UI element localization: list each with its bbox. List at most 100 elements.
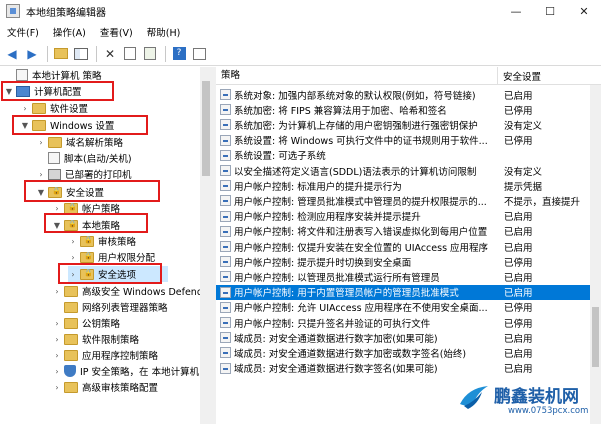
tree-item-root[interactable]: 本地计算机 策略 [4, 67, 102, 83]
policy-row[interactable]: 用户帐户控制: 检测应用程序安装并提示提升 已启用 [216, 209, 590, 224]
help-icon[interactable]: ? [170, 45, 188, 63]
policy-row[interactable]: 用户帐户控制: 允许 UIAccess 应用程序在不使用安全桌面... 已停用 [216, 300, 590, 315]
policy-row[interactable]: 用户帐户控制: 将文件和注册表写入错误虚拟化到每用户位置 已启用 [216, 224, 590, 239]
tree-item-advanced-audit[interactable]: › 高级审核策略配置 [52, 379, 158, 395]
folder-icon [32, 119, 46, 131]
policy-cell: 用户帐户控制: 标准用户的提升提示行为 [216, 179, 498, 193]
tree-item-ip-security[interactable]: › IP 安全策略，在 本地计算机 [52, 363, 199, 379]
policy-row[interactable]: 用户帐户控制: 以管理员批准模式运行所有管理员 已启用 [216, 269, 590, 284]
tree-item-deployed-printers[interactable]: › 已部署的打印机 [36, 166, 132, 182]
column-header-policy[interactable]: 策略 [216, 67, 498, 85]
tree-item-security-settings[interactable]: ▼ 安全设置 [36, 184, 104, 200]
tree-item-app-control[interactable]: › 应用程序控制策略 [52, 347, 158, 363]
expand-icon[interactable]: › [52, 204, 62, 213]
policy-row[interactable]: 用户帐户控制: 提示提升时切换到安全桌面 已停用 [216, 254, 590, 269]
policy-icon [220, 362, 231, 374]
tree-item-audit-policy[interactable]: › 审核策略 [68, 233, 136, 249]
export-list-icon[interactable] [141, 45, 159, 63]
tree-item-windows-settings[interactable]: ▼ Windows 设置 [20, 117, 114, 133]
policy-row[interactable]: 用户帐户控制: 只提升签名并验证的可执行文件 已停用 [216, 315, 590, 330]
security-folder-icon [80, 268, 94, 280]
policy-cell: 用户帐户控制: 用于内置管理员帐户的管理员批准模式 [216, 285, 498, 299]
policy-setting: 已启用 [504, 90, 533, 102]
policy-name: 用户帐户控制: 用于内置管理员帐户的管理员批准模式 [234, 288, 459, 300]
collapse-icon[interactable]: ▼ [20, 121, 30, 130]
expand-icon[interactable]: › [52, 319, 62, 328]
tree-item-computer-config[interactable]: ▼ 计算机配置 [4, 83, 82, 99]
up-folder-icon[interactable] [52, 45, 70, 63]
tree-item-software-settings[interactable]: › 软件设置 [20, 100, 88, 116]
policy-row[interactable]: 域成员: 对安全通道数据进行数字加密(如果可能) 已启用 [216, 330, 590, 345]
tree-item-dns-policy[interactable]: › 域名解析策略 [36, 134, 123, 150]
menu-view[interactable]: 查看(V) [93, 25, 140, 39]
policy-row[interactable]: 系统设置: 将 Windows 可执行文件中的证书规则用于软件... 已停用 [216, 133, 590, 148]
tree-item-label: 高级安全 Windows Defend [82, 287, 203, 298]
tree-item-public-key[interactable]: › 公钥策略 [52, 315, 120, 331]
policy-icon [220, 89, 231, 100]
menu-action[interactable]: 操作(A) [46, 25, 93, 39]
tree-item-scripts[interactable]: 脚本(启动/关机) [36, 150, 132, 166]
show-hide-tree-icon[interactable] [72, 45, 90, 63]
policy-row[interactable]: 系统加密: 将 FIPS 兼容算法用于加密、哈希和签名 已停用 [216, 102, 590, 117]
expand-icon[interactable]: › [52, 367, 62, 376]
tree-item-network-list[interactable]: 网络列表管理器策略 [52, 299, 168, 315]
maximize-button[interactable]: ☐ [533, 0, 567, 22]
toolbar-separator [96, 45, 97, 62]
list-scrollbar[interactable] [590, 85, 601, 424]
menu-file[interactable]: 文件(F) [0, 25, 46, 39]
scrollbar-thumb[interactable] [592, 307, 599, 367]
policy-row[interactable]: 以安全描述符定义语言(SDDL)语法表示的计算机访问限制 没有定义 [216, 163, 590, 178]
policy-name: 系统加密: 为计算机上存储的用户密钥强制进行强密钥保护 [234, 120, 478, 132]
policy-row[interactable]: 系统加密: 为计算机上存储的用户密钥强制进行强密钥保护 没有定义 [216, 117, 590, 132]
tree-item-software-restriction[interactable]: › 软件限制策略 [52, 331, 139, 347]
menu-help[interactable]: 帮助(H) [140, 25, 188, 39]
policy-row[interactable]: 域成员: 对安全通道数据进行数字签名(如果可能) 已启用 [216, 361, 590, 376]
folder-icon [48, 136, 62, 148]
scrollbar-thumb[interactable] [202, 81, 210, 176]
policy-row[interactable]: 用户帐户控制: 仅提升安装在安全位置的 UIAccess 应用程序 已启用 [216, 239, 590, 254]
policy-cell: 系统加密: 将 FIPS 兼容算法用于加密、哈希和签名 [216, 103, 498, 117]
policy-icon [220, 241, 231, 252]
expand-icon[interactable]: › [52, 287, 62, 296]
properties-icon[interactable] [121, 45, 139, 63]
forward-icon[interactable]: ▶ [23, 45, 41, 63]
policy-row[interactable]: 系统对象: 加强内部系统对象的默认权限(例如，符号链接) 已启用 [216, 87, 590, 102]
filter-icon[interactable] [190, 45, 208, 63]
tree-item-label: 安全设置 [66, 188, 105, 199]
tree-scrollbar[interactable] [200, 67, 212, 424]
expand-icon[interactable]: › [68, 270, 78, 279]
window-controls: — ☐ ✕ [499, 0, 601, 22]
tree-item-defender-firewall[interactable]: › 高级安全 Windows Defend [52, 283, 203, 299]
expand-icon[interactable]: › [52, 335, 62, 344]
minimize-button[interactable]: — [499, 0, 533, 22]
tree-item-user-rights[interactable]: › 用户权限分配 [68, 249, 155, 265]
collapse-icon[interactable]: ▼ [4, 87, 14, 96]
policy-name: 系统对象: 加强内部系统对象的默认权限(例如，符号链接) [234, 90, 476, 102]
tree-item-label: 帐户策略 [82, 204, 121, 215]
back-icon[interactable]: ◀ [3, 45, 21, 63]
policy-setting: 提示凭据 [504, 181, 543, 193]
expand-icon[interactable]: › [20, 104, 30, 113]
policy-icon [220, 286, 231, 298]
policy-row[interactable]: 域成员: 对安全通道数据进行数字加密或数字签名(始终) 已启用 [216, 345, 590, 360]
delete-icon[interactable]: ✕ [101, 45, 119, 63]
policy-setting: 没有定义 [504, 120, 543, 132]
policy-row[interactable]: 用户帐户控制: 管理员批准模式中管理员的提升权限提示的... 不提示，直接提升 [216, 193, 590, 208]
expand-icon[interactable]: › [36, 138, 46, 147]
expand-icon[interactable]: › [68, 237, 78, 246]
close-button[interactable]: ✕ [567, 0, 601, 22]
tree-item-security-options[interactable]: › 安全选项 [68, 266, 168, 282]
column-header-setting[interactable]: 安全设置 [498, 69, 541, 83]
expand-icon[interactable]: › [68, 253, 78, 262]
collapse-icon[interactable]: ▼ [36, 188, 46, 197]
policy-icon [220, 165, 231, 176]
policy-row[interactable]: 用户帐户控制: 标准用户的提升提示行为 提示凭据 [216, 178, 590, 193]
expand-icon[interactable]: › [36, 170, 46, 179]
expand-icon[interactable]: › [52, 383, 62, 392]
policy-row[interactable]: 系统设置: 可选子系统 [216, 148, 590, 163]
policy-row[interactable]: 用户帐户控制: 用于内置管理员帐户的管理员批准模式 已启用 [216, 284, 590, 300]
tree-item-account-policies[interactable]: › 帐户策略 [52, 200, 120, 216]
tree-item-local-policies[interactable]: ▼ 本地策略 [52, 217, 120, 233]
collapse-icon[interactable]: ▼ [52, 221, 62, 230]
expand-icon[interactable]: › [52, 351, 62, 360]
